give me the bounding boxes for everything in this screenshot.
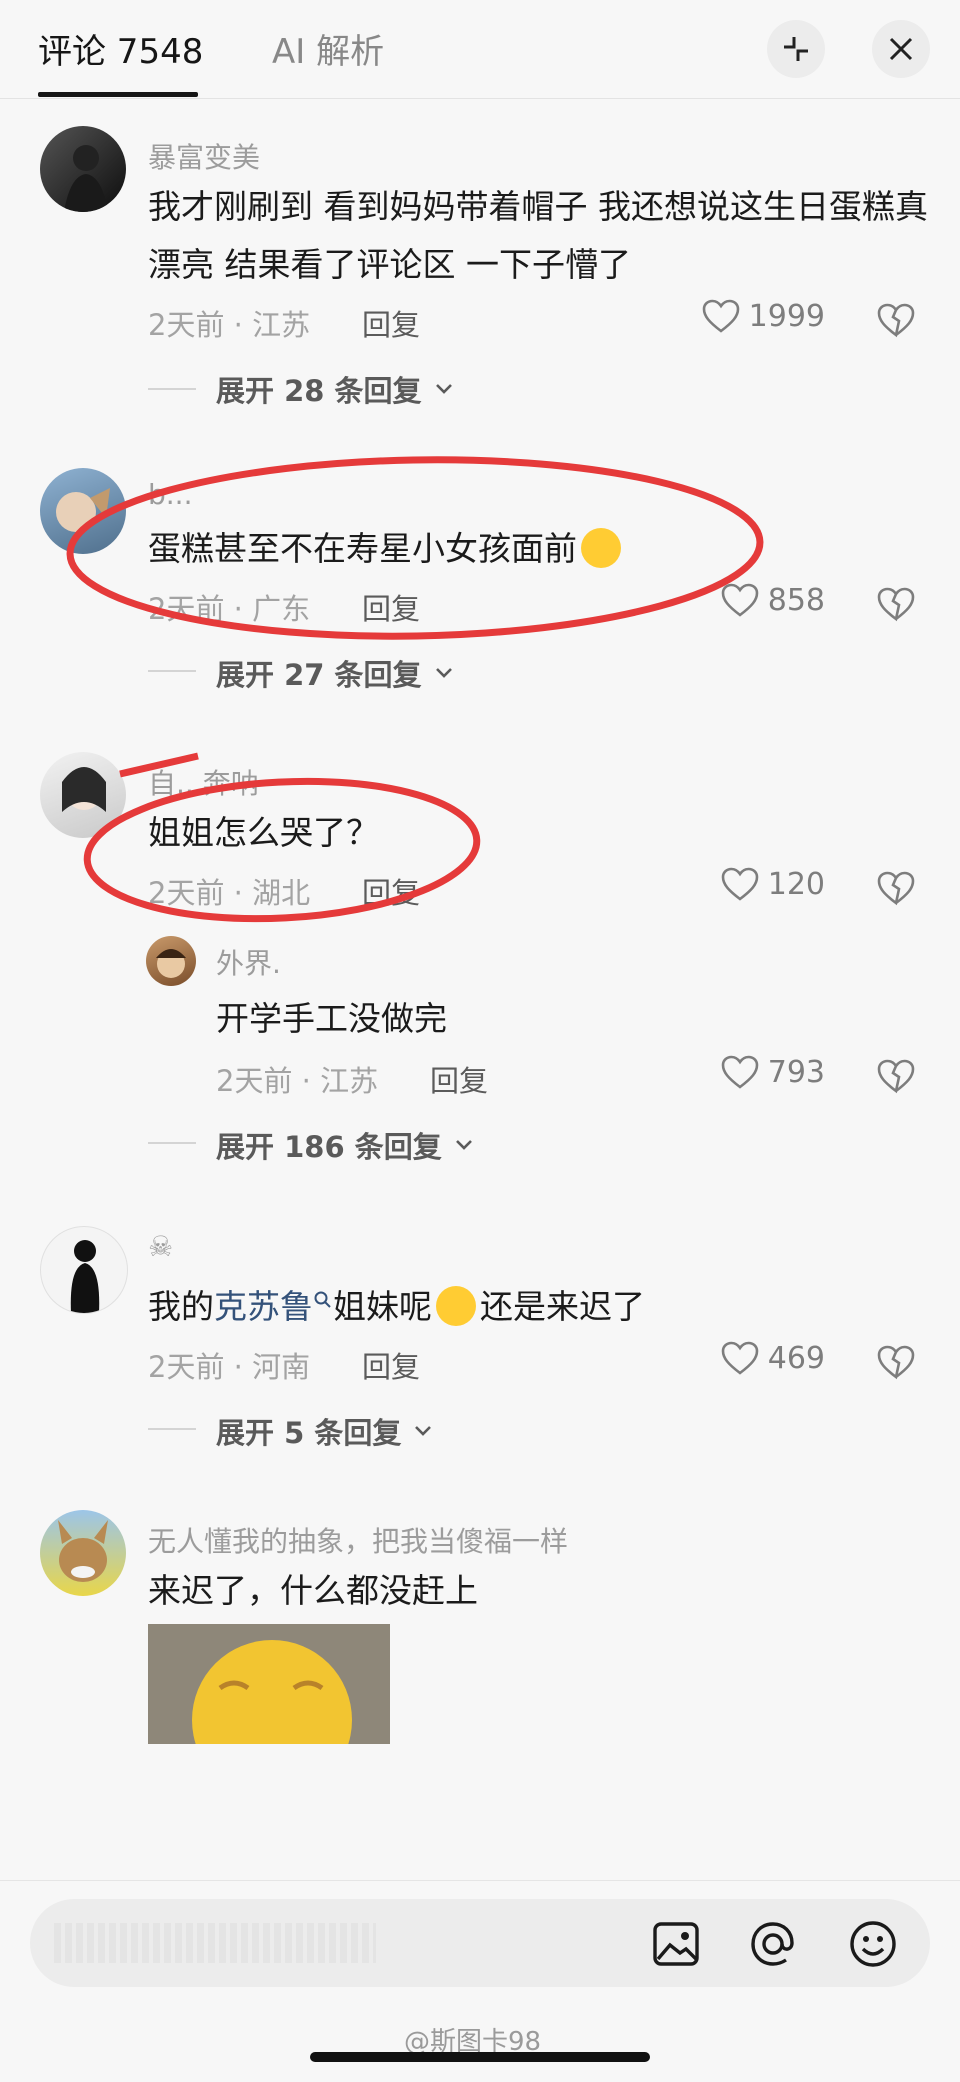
comment-item: ☠ 我的克苏鲁 姐妹呢 还是来迟了 2天前 · 河南 回复 469 展开 5 条回复 — [0, 1226, 960, 1466]
comment-text-mid: 姐妹呢 — [333, 1287, 432, 1326]
image-button[interactable] — [652, 1921, 700, 1971]
like-button[interactable]: 793 — [720, 1054, 825, 1090]
expand-replies-button[interactable]: 展开 5 条回复 — [216, 1410, 433, 1452]
reply-button[interactable]: 回复 — [362, 1344, 420, 1386]
search-keyword-link[interactable]: 克苏鲁 — [214, 1287, 313, 1326]
comment-username[interactable]: 无人懂我的抽象，把我当傻福一样 — [148, 1520, 568, 1560]
divider-line — [148, 1428, 196, 1430]
comment-text: 我的克苏鲁 姐妹呢 还是来迟了 — [148, 1278, 928, 1336]
heart-icon — [721, 1341, 759, 1375]
comment-input-bar: @斯图卡98 — [0, 1880, 960, 2082]
crying-emoji-icon — [436, 1286, 476, 1326]
dislike-button[interactable] — [876, 1058, 916, 1098]
comment-text-suffix: 还是来迟了 — [480, 1287, 645, 1326]
dislike-button[interactable] — [876, 1344, 916, 1384]
comment-item: 无人懂我的抽象，把我当傻福一样 来迟了，什么都没赶上 — [0, 1510, 960, 1800]
divider-line — [148, 1142, 196, 1144]
annotation-overlay — [66, 456, 764, 923]
like-count: 793 — [767, 1054, 825, 1090]
comment-image[interactable] — [148, 1624, 390, 1744]
like-button[interactable]: 469 — [720, 1340, 825, 1376]
comment-meta: 2天前 · 河南 — [148, 1350, 311, 1384]
comment-meta: 2天前 · 江苏 — [216, 1064, 379, 1098]
reply-button[interactable]: 回复 — [430, 1058, 488, 1100]
at-icon — [751, 1922, 794, 1966]
comment-text: 来迟了，什么都没赶上 — [148, 1571, 478, 1610]
emoji-icon — [850, 1921, 896, 1967]
blurred-input-text — [54, 1923, 376, 1963]
annotation-circle-1 — [66, 456, 764, 640]
annotation-circle-2 — [83, 777, 481, 923]
comment-text-prefix: 我的 — [148, 1287, 214, 1326]
broken-heart-icon — [877, 1345, 915, 1380]
chevron-down-icon — [415, 1426, 432, 1436]
like-count: 469 — [767, 1340, 825, 1376]
chevron-down-icon — [455, 1140, 472, 1150]
image-icon — [653, 1922, 699, 1966]
expand-replies-button[interactable]: 展开 186 条回复 — [216, 1124, 474, 1166]
avatar[interactable] — [40, 1510, 126, 1596]
emoji-button[interactable] — [848, 1919, 898, 1973]
broken-heart-icon — [877, 1059, 915, 1094]
annotation-stroke — [119, 752, 199, 778]
expand-replies-label: 展开 186 条回复 — [216, 1130, 442, 1164]
heart-icon — [721, 1055, 759, 1089]
home-indicator[interactable] — [310, 2052, 650, 2062]
expand-replies-label: 展开 5 条回复 — [216, 1416, 402, 1450]
avatar[interactable] — [40, 1226, 128, 1314]
search-icon[interactable] — [313, 1290, 333, 1310]
comment-username[interactable]: ☠ — [148, 1230, 173, 1263]
mention-button[interactable] — [748, 1919, 798, 1973]
